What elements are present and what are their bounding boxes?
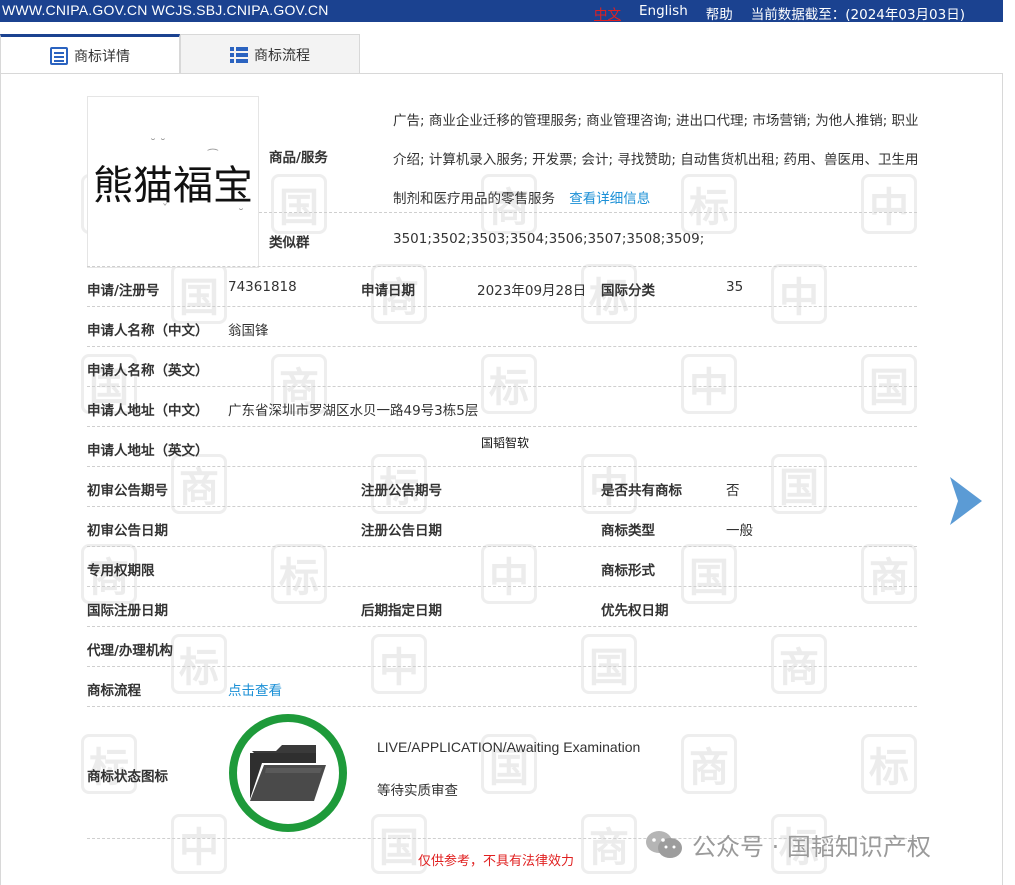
help-link[interactable]: 帮助 (706, 3, 733, 23)
similar-group-value: 3501;3502;3503;3504;3506;3507;3508;3509; (393, 231, 705, 247)
address-en-label: 申请人地址（英文） (87, 443, 209, 459)
lang-chinese-link[interactable]: 中文 (594, 3, 621, 23)
later-date-label: 后期指定日期 (361, 603, 442, 619)
detail-content: ˘ ˘ ⁀ ˇ ˘ 熊猫福宝 商品/服务 广告; 商业企业迁移的管理服务; 商业… (1, 74, 1002, 885)
data-date: 当前数据截至：(2024年03月03日) (750, 7, 965, 23)
divider (87, 426, 917, 427)
overlay-note: 国韬智软 (481, 436, 530, 450)
status-icon-label: 商标状态图标 (87, 769, 168, 785)
priority-date-label: 优先权日期 (601, 603, 669, 619)
disclaimer: 仅供参考，不具有法律效力 (418, 854, 575, 869)
status-icon (229, 714, 347, 832)
form-label: 商标形式 (601, 563, 655, 579)
trademark-image: ˘ ˘ ⁀ ˇ ˘ 熊猫福宝 (87, 96, 259, 268)
tab-label: 商标流程 (254, 47, 310, 64)
prelim-date-label: 初审公告日期 (87, 523, 168, 539)
divider (87, 466, 917, 467)
similar-group-label: 类似群 (269, 235, 310, 251)
applicant-en-label: 申请人名称（英文） (87, 363, 209, 379)
applicant-cn-value: 翁国锋 (228, 323, 269, 339)
type-value: 一般 (726, 523, 753, 539)
status-cn: 等待实质审查 (377, 783, 458, 799)
flow-label: 商标流程 (87, 683, 141, 699)
wechat-watermark: 公众号 · 国韬知识产权 (644, 827, 931, 862)
tab-trademark-details[interactable]: 商标详情 (0, 34, 180, 74)
wechat-icon (646, 830, 682, 858)
exclusive-period-label: 专用权期限 (87, 563, 155, 579)
trademark-text: 熊猫福宝 (93, 163, 253, 209)
goods-text: 广告; 商业企业迁移的管理服务; 商业管理咨询; 进出口代理; 市场营销; 为他… (393, 113, 919, 207)
applicant-cn-label: 申请人名称（中文） (87, 323, 209, 339)
app-date-value: 2023年09月28日 (477, 283, 587, 299)
agent-label: 代理/办理机构 (87, 643, 173, 659)
reg-no-value: 74361818 (228, 279, 297, 295)
divider (87, 306, 917, 307)
type-label: 商标类型 (601, 523, 655, 539)
intl-reg-date-label: 国际注册日期 (87, 603, 168, 619)
document-icon (50, 46, 68, 65)
divider (87, 586, 917, 587)
divider (87, 346, 917, 347)
divider (259, 212, 917, 213)
status-en: LIVE/APPLICATION/Awaiting Examination (377, 739, 641, 755)
flow-view-link[interactable]: 点击查看 (228, 679, 282, 699)
prelim-no-label: 初审公告期号 (87, 483, 168, 499)
chevron-right-icon[interactable] (948, 475, 984, 527)
reg-pub-date-label: 注册公告日期 (361, 523, 442, 539)
address-cn-label: 申请人地址（中文） (87, 403, 209, 419)
top-bar-links: 中文 English 帮助 当前数据截至：(2024年03月03日) (594, 3, 965, 23)
shared-value: 否 (726, 483, 740, 499)
intl-class-value: 35 (726, 279, 744, 295)
site-domains: WWW.CNIPA.GOV.CN WCJS.SBJ.CNIPA.GOV.CN (2, 2, 329, 18)
divider (87, 386, 917, 387)
wechat-text: 公众号 · 国韬知识产权 (692, 833, 931, 861)
folder-open-icon (250, 745, 326, 801)
divider (87, 626, 917, 627)
address-cn-value: 广东省深圳市罗湖区水贝一路49号3栋5层 (228, 403, 479, 419)
list-icon (230, 46, 248, 64)
divider (87, 266, 917, 267)
goods-services: 广告; 商业企业迁移的管理服务; 商业管理咨询; 进出口代理; 市场营销; 为他… (393, 102, 921, 219)
lang-english-link[interactable]: English (639, 3, 688, 23)
divider (87, 706, 917, 707)
tab-bar: 商标详情 商标流程 (0, 34, 360, 74)
reg-no-label: 申请/注册号 (87, 283, 160, 299)
divider (87, 506, 917, 507)
reg-pub-no-label: 注册公告期号 (361, 483, 442, 499)
top-bar: WWW.CNIPA.GOV.CN WCJS.SBJ.CNIPA.GOV.CN 中… (0, 0, 1003, 23)
intl-class-label: 国际分类 (601, 283, 655, 299)
divider (87, 546, 917, 547)
view-details-link[interactable]: 查看详细信息 (569, 191, 650, 207)
tab-trademark-flow[interactable]: 商标流程 (180, 34, 360, 74)
divider (87, 666, 917, 667)
detail-panel: 中国商标中国商标中国商标中国商标中国商标中国商标中国商标中国商标中国商标 ˘ ˘… (0, 73, 1003, 885)
goods-label: 商品/服务 (269, 150, 328, 166)
app-date-label: 申请日期 (361, 283, 415, 299)
tab-label: 商标详情 (74, 48, 130, 65)
shared-label: 是否共有商标 (601, 483, 682, 499)
